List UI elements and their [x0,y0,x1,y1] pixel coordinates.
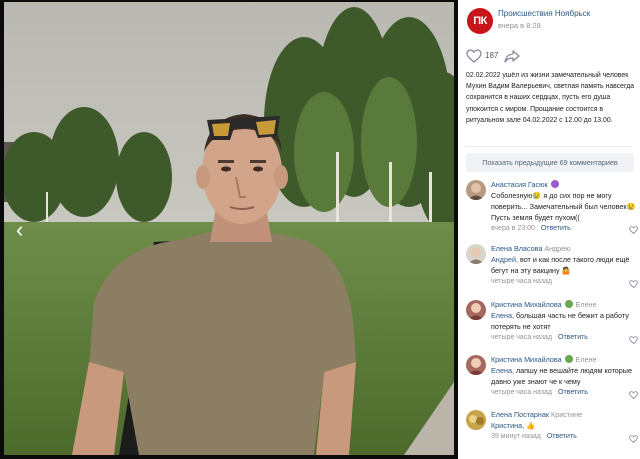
chevron-left-icon: ‹ [16,216,24,242]
mention-link[interactable]: Андрей, [491,255,518,264]
leaf-icon [564,300,573,308]
heart-icon[interactable] [629,435,638,443]
likes-count: 187 [485,51,499,60]
comment-author[interactable]: Кристина Михайлова [491,300,562,309]
post-photo [4,2,454,455]
avatar[interactable] [466,300,486,320]
comment-time[interactable]: 39 минут назад [491,433,541,440]
comment-author[interactable]: Кристина Михайлова [491,355,562,364]
share-icon[interactable] [504,49,520,63]
previous-photo-button[interactable]: ‹ [0,0,60,459]
avatar[interactable] [466,244,486,264]
comment-text: Соболезную😢 я до сих пор не могу поверит… [491,191,636,222]
reply-button[interactable]: Ответить [541,225,571,232]
comment-time[interactable]: четыре часа назад [491,334,552,341]
comment-author[interactable]: Елена Постарнак [491,410,549,419]
comment-time[interactable]: вчера в 23:00 [491,225,535,232]
post-panel: ПК Происшествия Ноябрьск вчера в 8:28 18… [458,0,640,459]
post-header: ПК Происшествия Ноябрьск вчера в 8:28 [467,8,636,34]
comment-time[interactable]: четыре часа назад [491,389,552,396]
comment-text: 👍 [524,421,536,430]
comment-time[interactable]: четыре часа назад [491,276,637,287]
reply-to[interactable]: Елене [576,355,597,364]
heart-icon[interactable] [466,49,482,63]
divider [466,146,632,147]
avatar[interactable] [466,410,486,430]
reply-button[interactable]: Ответить [547,433,577,440]
post-time[interactable]: вчера в 8:28 [498,21,541,30]
leaf-icon [564,355,573,363]
reply-to[interactable]: Елене [576,300,597,309]
comment-author[interactable]: Елена Власова [491,244,542,253]
reply-button[interactable]: Ответить [558,389,588,396]
group-name-link[interactable]: Происшествия Ноябрьск [498,9,590,18]
reply-to[interactable]: Андрею [544,244,570,253]
reply-to[interactable]: Кристине [551,410,582,419]
mention-link[interactable]: Елена, [491,311,514,320]
group-avatar[interactable]: ПК [467,8,493,34]
heart-icon[interactable] [629,226,638,234]
mention-link[interactable]: Елена, [491,366,514,375]
mention-link[interactable]: Кристина, [491,421,524,430]
heart-icon[interactable] [629,391,638,399]
post-text: 02.02.2022 ушёл из жизни замечательный ч… [466,72,635,124]
badge-icon [550,180,559,188]
comment-author[interactable]: Анастасия Гасюк [491,180,548,189]
avatar[interactable] [466,355,486,375]
show-previous-comments-button[interactable]: Показать предыдущие 69 комментариев [466,153,634,172]
post-actions: 187 [466,49,640,63]
photo-viewer: ‹ [0,0,458,459]
heart-icon[interactable] [629,336,638,344]
avatar[interactable] [466,180,486,200]
heart-icon[interactable] [629,280,638,288]
reply-button[interactable]: Ответить [558,334,588,341]
group-logo: ПК [473,15,487,27]
